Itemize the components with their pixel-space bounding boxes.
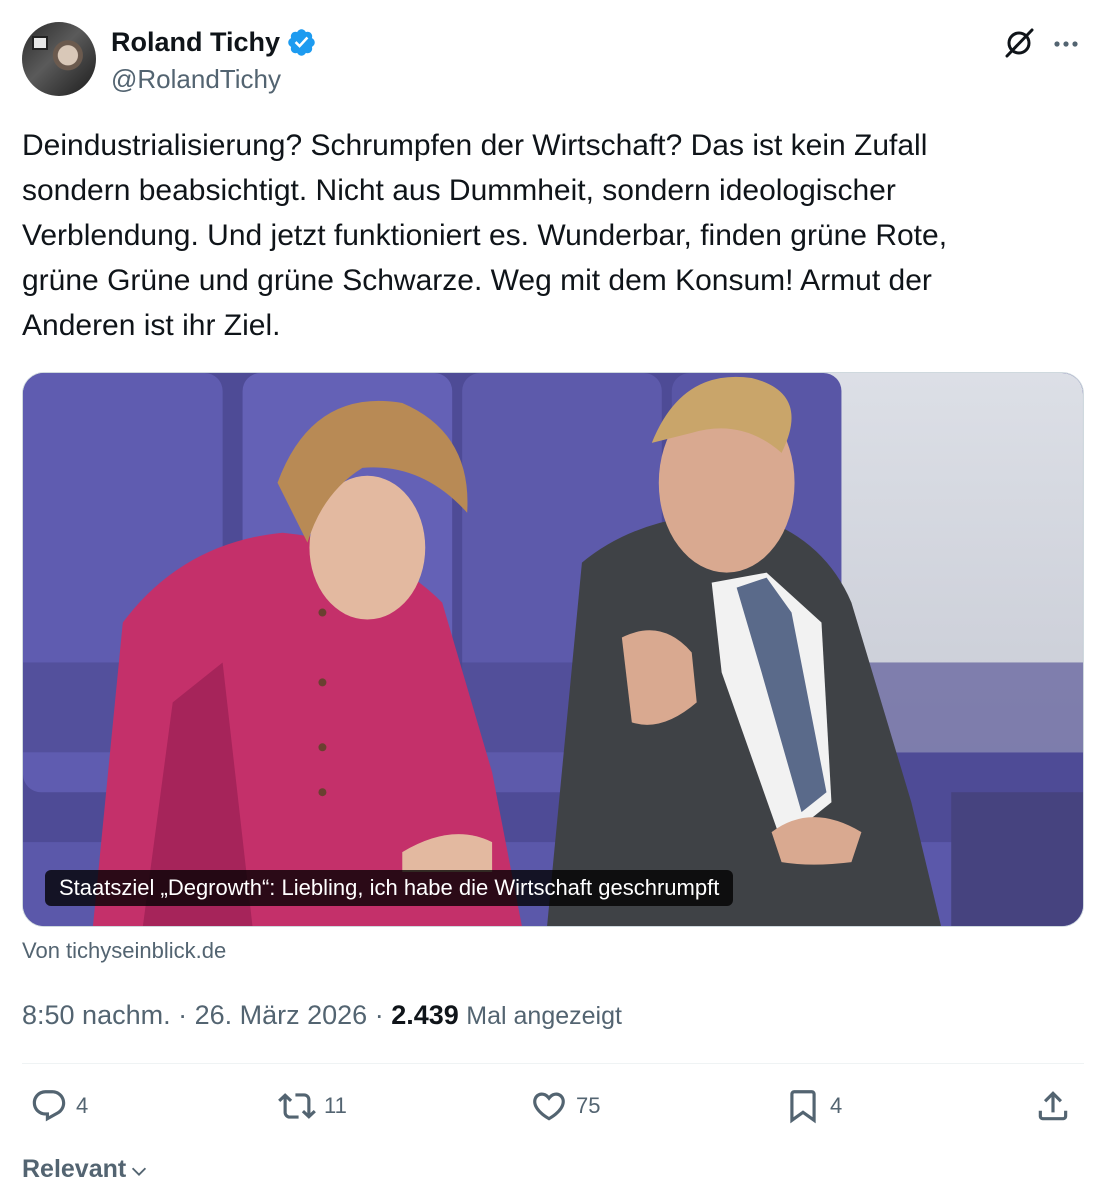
author-handle[interactable]: @RolandTichy [111, 64, 281, 94]
tweet-meta: 8:50 nachm. · 26. März 2026 · 2.439 Mal … [22, 998, 622, 1033]
reply-button[interactable]: 4 [30, 1087, 88, 1125]
share-button[interactable] [1034, 1087, 1072, 1125]
bookmark-icon [790, 1090, 816, 1124]
views-count: 2.439 [391, 1000, 459, 1030]
tweet-header: Roland Tichy @RolandTichy [22, 22, 1086, 98]
reply-icon [32, 1090, 66, 1122]
retweet-count: 11 [324, 1093, 347, 1118]
card-source[interactable]: Von tichyseinblick.de [22, 936, 226, 966]
retweet-button[interactable]: 11 [278, 1087, 347, 1125]
share-icon [1038, 1091, 1068, 1121]
bookmark-count: 4 [830, 1093, 843, 1118]
action-bar: 4 11 75 4 [22, 1087, 1084, 1133]
author-name[interactable]: Roland Tichy [111, 26, 280, 58]
photo-two-politicians [23, 373, 1083, 926]
bookmark-button[interactable]: 4 [784, 1087, 842, 1125]
views-label: Mal angezeigt [466, 1002, 622, 1030]
meta-separator: · [367, 1000, 392, 1030]
tweet-time[interactable]: 8:50 nachm. [22, 1000, 171, 1030]
avatar[interactable] [22, 22, 96, 96]
chevron-down-icon [132, 1167, 147, 1176]
verified-badge-icon [288, 28, 315, 56]
reply-count: 4 [76, 1093, 89, 1118]
retweet-icon [278, 1093, 316, 1119]
tweet-text: Deindustrialisierung? Schrumpfen der Wir… [22, 129, 948, 342]
meta-separator: · [170, 1000, 195, 1030]
grok-icon[interactable] [1002, 26, 1036, 60]
link-card-image[interactable]: Staatsziel „Degrowth“: Liebling, ich hab… [22, 372, 1084, 927]
more-icon[interactable] [1050, 28, 1082, 60]
tweet-date[interactable]: 26. März 2026 [195, 1000, 368, 1030]
like-button[interactable]: 75 [530, 1087, 600, 1125]
author-name-row: Roland Tichy [111, 26, 317, 58]
reply-sort-dropdown[interactable]: Relevant [22, 1153, 150, 1185]
sort-label: Relevant [22, 1155, 127, 1183]
heart-icon [533, 1092, 565, 1121]
card-caption: Staatsziel „Degrowth“: Liebling, ich hab… [45, 870, 734, 906]
divider [22, 1063, 1084, 1064]
like-count: 75 [576, 1093, 601, 1118]
